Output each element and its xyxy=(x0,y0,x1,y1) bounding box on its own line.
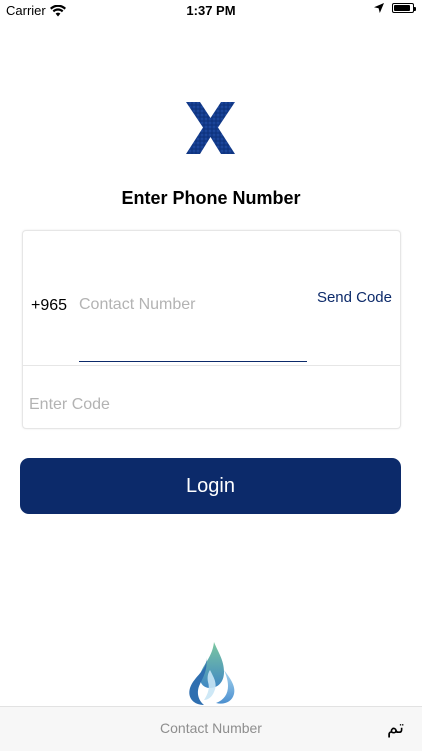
contact-input-underline xyxy=(79,361,307,362)
login-button[interactable]: Login xyxy=(20,458,401,514)
accessory-field-label: Contact Number xyxy=(160,720,262,736)
done-button[interactable]: تم xyxy=(387,717,404,738)
keyboard-accessory-bar: Contact Number تم xyxy=(0,706,422,751)
location-arrow-icon xyxy=(374,3,384,13)
phone-row: +965 Send Code xyxy=(23,231,400,366)
water-drop-logo-icon xyxy=(189,642,235,705)
contact-number-input[interactable] xyxy=(79,291,307,319)
x-logo-icon xyxy=(186,102,235,154)
country-code: +965 xyxy=(31,297,68,314)
battery-level-fill xyxy=(394,5,411,11)
page-title: Enter Phone Number xyxy=(121,188,301,208)
status-right xyxy=(374,3,416,13)
status-bar: Carrier 1:37 PM xyxy=(0,0,422,22)
phone-form-card: +965 Send Code xyxy=(22,230,401,429)
status-time: 1:37 PM xyxy=(186,3,236,18)
send-code-button[interactable]: Send Code xyxy=(317,289,392,306)
verification-code-input[interactable] xyxy=(29,391,389,419)
battery-icon xyxy=(392,3,416,13)
